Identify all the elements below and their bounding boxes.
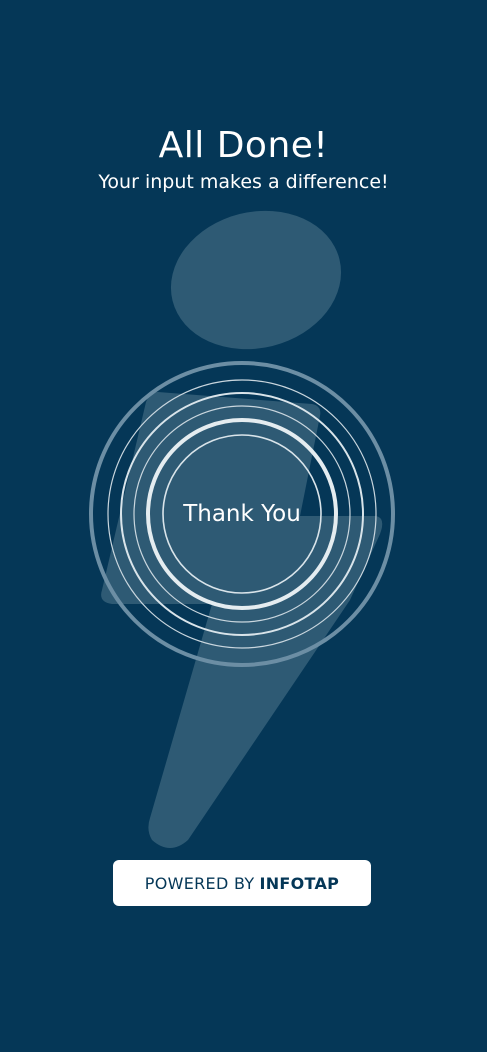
page-subtitle: Your input makes a difference! — [98, 171, 389, 193]
powered-by-badge[interactable]: POWERED BY INFOTAP — [113, 860, 371, 906]
header: All Done! Your input makes a difference! — [0, 124, 487, 194]
page-title: All Done! — [158, 125, 329, 166]
powered-by-prefix: POWERED BY — [144, 873, 255, 893]
thank-you-button[interactable]: Thank You — [142, 490, 342, 538]
powered-by-brand: INFOTAP — [259, 873, 340, 893]
